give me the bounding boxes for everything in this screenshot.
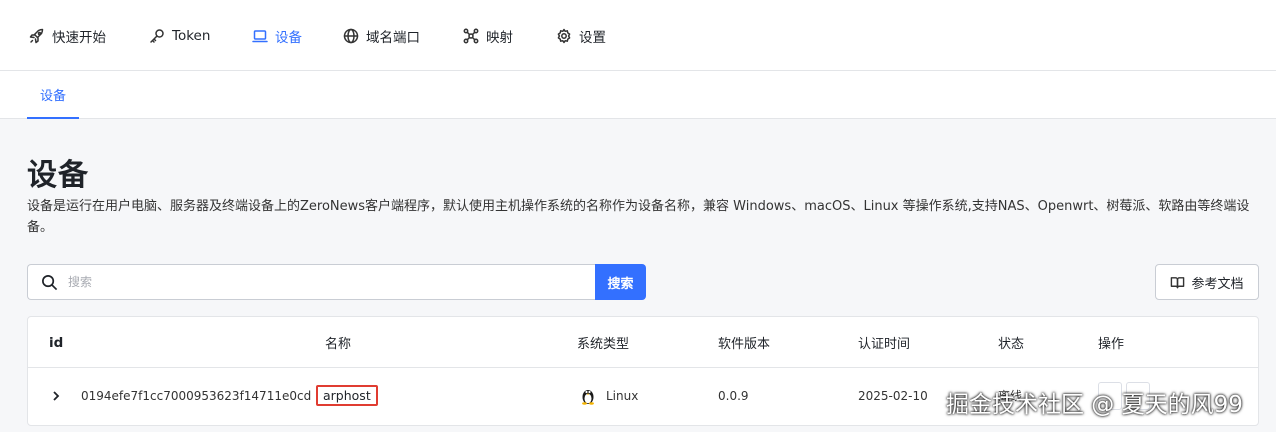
sub-tab-bar: 设备 — [0, 71, 1276, 119]
nav-item-quick-start[interactable]: 快速开始 — [29, 0, 106, 71]
search-button[interactable]: 搜索 — [595, 264, 646, 300]
nav-item-label: 设备 — [275, 29, 302, 46]
column-header-id: id — [49, 334, 64, 351]
linux-penguin-icon — [582, 389, 594, 405]
column-header-actions: 操作 — [1098, 337, 1125, 352]
device-name-cell: arphost — [316, 368, 378, 423]
software-version: 0.0.9 — [718, 388, 749, 403]
top-navigation: 快速开始 Token 设备 域名端口 映射 设置 — [0, 0, 1276, 71]
nav-item-label: Token — [172, 27, 211, 44]
device-id: 0194efe7f1cc7000953623f14711e0cd — [81, 388, 312, 403]
nav-item-label: 映射 — [486, 29, 513, 46]
nav-item-mapping[interactable]: 映射 — [463, 0, 513, 71]
nav-item-token[interactable]: Token — [149, 0, 210, 71]
expand-row-button[interactable] — [50, 368, 64, 423]
rocket-icon — [29, 28, 44, 43]
nav-item-devices[interactable]: 设备 — [252, 0, 302, 71]
nav-item-label: 设置 — [579, 29, 606, 46]
book-icon — [1171, 276, 1185, 288]
nav-item-label: 快速开始 — [52, 29, 106, 46]
tab-devices[interactable]: 设备 — [27, 71, 79, 119]
reference-docs-button[interactable]: 参考文档 — [1155, 264, 1259, 300]
search-field[interactable] — [27, 264, 596, 300]
chevron-right-icon — [53, 390, 60, 401]
auth-time: 2025-02-10 — [858, 388, 928, 403]
search-input[interactable] — [68, 275, 568, 289]
key-icon — [150, 28, 164, 43]
column-header-status: 状态 — [998, 337, 1025, 352]
table-header: id 名称 系统类型 软件版本 认证时间 状态 操作 — [28, 317, 1258, 368]
column-header-os-type: 系统类型 — [577, 337, 630, 352]
column-header-version: 软件版本 — [718, 337, 771, 352]
laptop-icon — [252, 29, 268, 42]
os-type-cell: Linux — [580, 368, 638, 423]
nav-item-settings[interactable]: 设置 — [556, 0, 606, 71]
globe-icon — [343, 28, 359, 43]
page-title: 设备 — [27, 158, 89, 193]
nav-item-domain-ports[interactable]: 域名端口 — [343, 0, 420, 71]
nav-item-label: 域名端口 — [366, 29, 420, 46]
column-header-name: 名称 — [325, 337, 352, 352]
column-header-auth-time: 认证时间 — [858, 337, 911, 352]
watermark: 掘金技术社区 @ 夏天的风99 — [946, 392, 1243, 418]
network-icon — [463, 28, 479, 43]
device-name[interactable]: arphost — [316, 385, 378, 406]
os-type: Linux — [606, 388, 639, 403]
reference-docs-label: 参考文档 — [1191, 276, 1244, 292]
page-description: 设备是运行在用户电脑、服务器及终端设备上的ZeroNews客户端程序，默认使用主… — [27, 199, 1250, 235]
gear-icon — [557, 28, 571, 43]
search-icon — [42, 274, 58, 290]
